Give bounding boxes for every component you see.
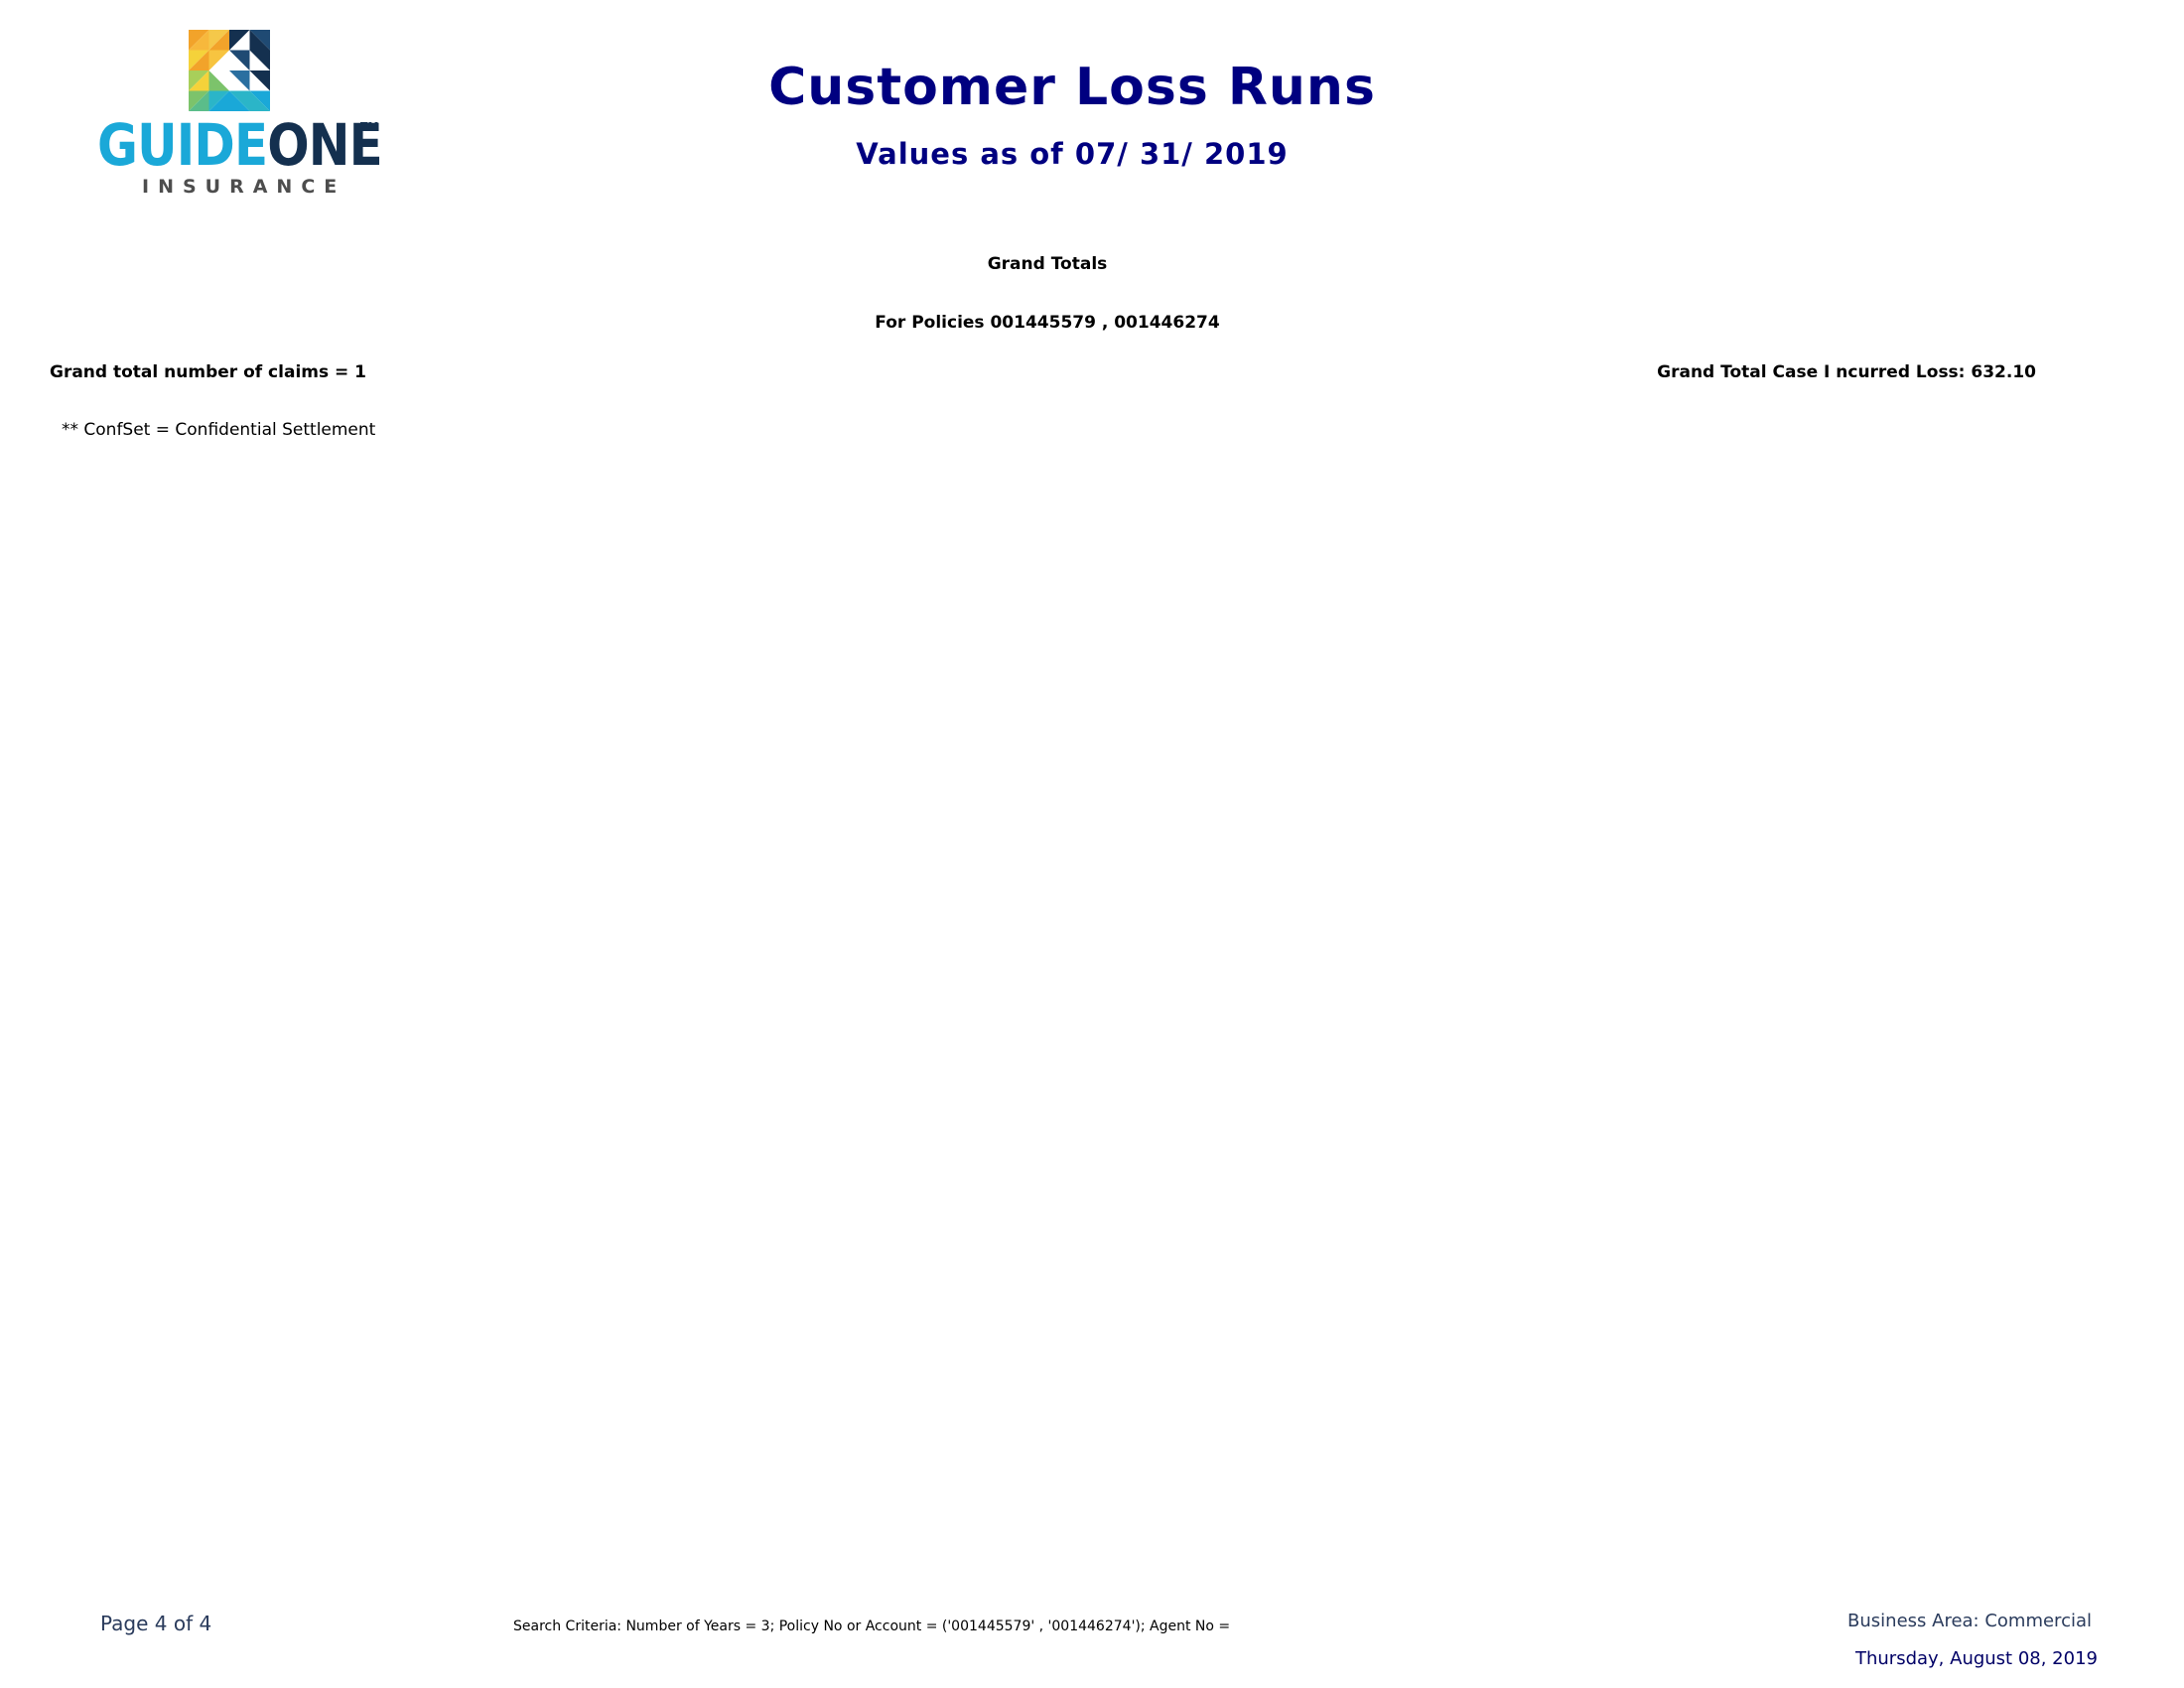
logo-subword: INSURANCE — [142, 176, 346, 198]
grand-totals-heading: Grand Totals — [987, 254, 1108, 274]
page-number: Page 4 of 4 — [100, 1612, 212, 1635]
confset-footnote: ** ConfSet = Confidential Settlement — [62, 420, 376, 440]
report-subtitle: Values as of 07/ 31/ 2019 — [856, 137, 1289, 171]
claims-count: Grand total number of claims = 1 — [50, 362, 367, 382]
report-date: Thursday, August 08, 2019 — [1854, 1648, 2098, 1669]
business-area: Business Area: Commercial — [1847, 1611, 2092, 1631]
policies-line: For Policies 001445579 , 001446274 — [875, 313, 1220, 333]
report-title: Customer Loss Runs — [768, 58, 1376, 117]
search-criteria: Search Criteria: Number of Years = 3; Po… — [513, 1618, 1231, 1634]
incurred-loss-total: Grand Total Case I ncurred Loss: 632.10 — [1657, 362, 2036, 382]
logo-trademark: TM — [360, 120, 379, 133]
